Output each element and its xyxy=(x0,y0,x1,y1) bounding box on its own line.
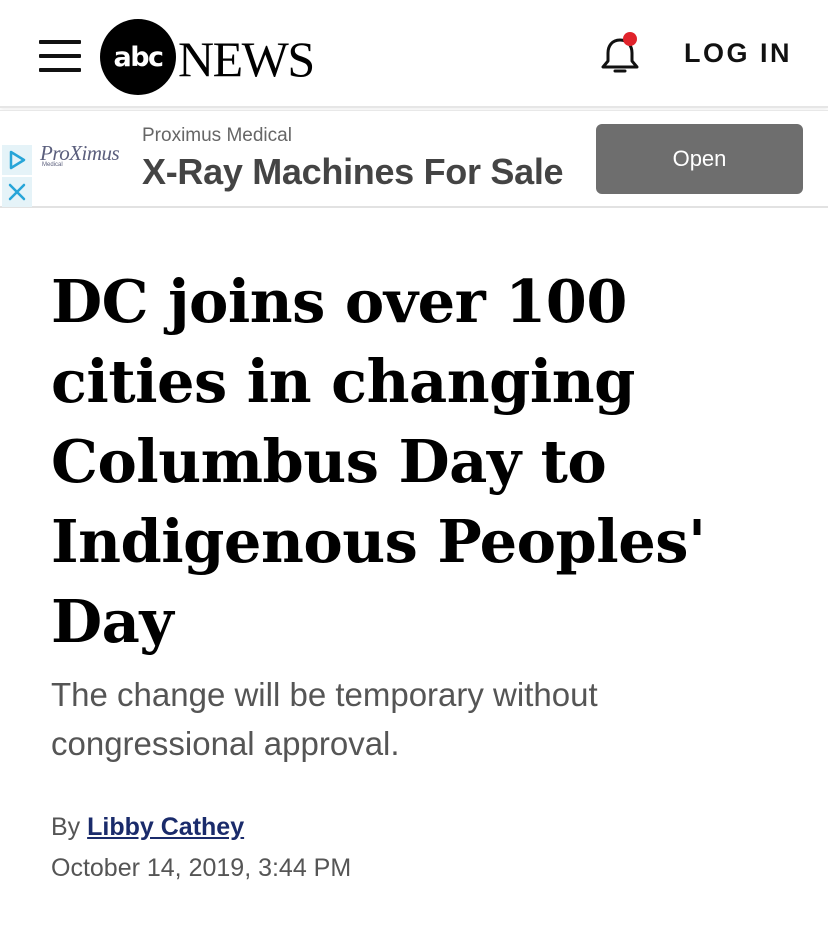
ad-title[interactable]: X-Ray Machines For Sale xyxy=(142,151,564,193)
ad-banner[interactable]: ProXimus Medical Proximus Medical X-Ray … xyxy=(0,110,828,208)
notification-dot xyxy=(623,32,637,46)
byline-prefix: By xyxy=(51,813,88,841)
byline: By Libby Cathey xyxy=(51,813,244,842)
logo-mark: abc xyxy=(100,19,176,95)
ad-open-button[interactable]: Open xyxy=(596,124,803,194)
article-subheadline: The change will be temporary without con… xyxy=(51,676,598,762)
login-button[interactable]: LOG IN xyxy=(684,38,792,69)
publish-date: October 14, 2019, 3:44 PM xyxy=(51,854,352,882)
abc-news-logo[interactable]: abc NEWS xyxy=(100,19,315,95)
article-headline: DC joins over 100 cities in changing Col… xyxy=(51,267,706,656)
menu-icon[interactable] xyxy=(39,40,81,72)
ad-sponsor: Proximus Medical xyxy=(142,125,292,146)
site-header: abc NEWS LOG IN xyxy=(0,0,828,108)
ad-close-icon[interactable] xyxy=(2,177,32,207)
logo-wordmark: NEWS xyxy=(178,30,315,87)
author-link[interactable]: Libby Cathey xyxy=(87,813,244,841)
ad-choices-icon[interactable] xyxy=(2,145,32,175)
advertiser-logo: ProXimus Medical xyxy=(40,141,120,168)
